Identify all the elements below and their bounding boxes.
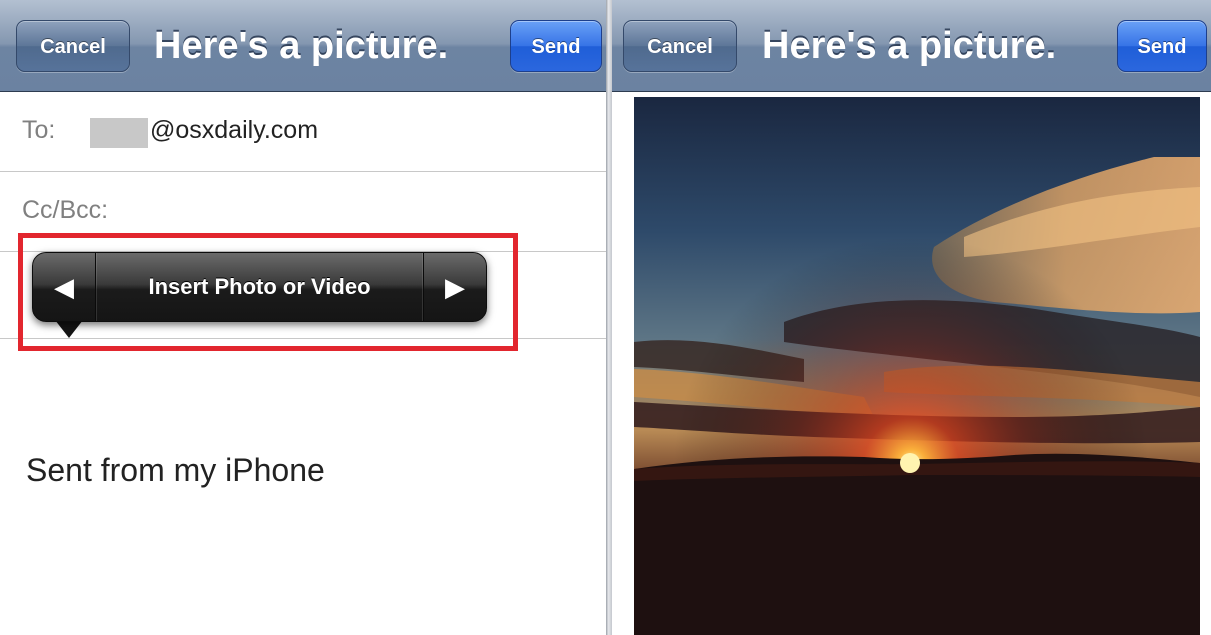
cc-bcc-label: Cc/Bcc:	[22, 196, 109, 224]
redacted-email-username	[90, 118, 148, 148]
message-subject-title: Here's a picture.	[154, 25, 449, 67]
popover-pointer	[55, 320, 83, 338]
cancel-button[interactable]: Cancel	[16, 20, 130, 72]
previous-menu-arrow-icon[interactable]: ◀	[33, 253, 96, 321]
send-button[interactable]: Send	[1117, 20, 1207, 72]
message-subject-title: Here's a picture.	[762, 25, 1057, 67]
to-label: To:	[22, 116, 56, 144]
sunset-photo-image	[634, 97, 1200, 635]
sunset-photo[interactable]	[634, 97, 1200, 635]
message-body-signature[interactable]: Sent from my iPhone	[26, 452, 325, 489]
compose-screen-right: Cancel Here's a picture. Send	[612, 0, 1211, 635]
edit-menu-popover: ◀ Insert Photo or Video ▶	[32, 252, 487, 322]
compose-screen-left: Cancel Here's a picture. Send To: @osxda…	[0, 0, 606, 635]
to-recipient-address[interactable]: @osxdaily.com	[150, 116, 318, 145]
next-menu-arrow-icon[interactable]: ▶	[423, 253, 486, 321]
navigation-bar: Cancel Here's a picture. Send	[0, 0, 606, 92]
navigation-bar: Cancel Here's a picture. Send	[612, 0, 1211, 92]
insert-photo-or-video-menu-item[interactable]: Insert Photo or Video	[95, 253, 424, 321]
send-button[interactable]: Send	[510, 20, 602, 72]
cancel-button[interactable]: Cancel	[623, 20, 737, 72]
